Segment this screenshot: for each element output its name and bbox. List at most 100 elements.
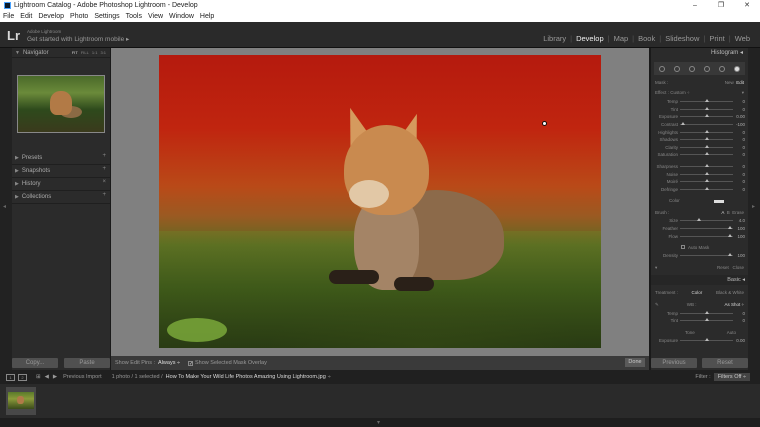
slider-value[interactable]: 0.00	[733, 114, 745, 119]
expand-right-icon[interactable]: ▸	[752, 203, 755, 210]
slider-value[interactable]: 100	[733, 226, 745, 231]
module-slideshow[interactable]: Slideshow	[665, 34, 699, 43]
menu-edit[interactable]: Edit	[20, 13, 32, 20]
slider-track[interactable]	[680, 310, 733, 314]
collections-header[interactable]: ▶ Collections +	[12, 191, 110, 204]
slider-knob[interactable]	[704, 310, 709, 314]
effect-select[interactable]: Custom ÷	[670, 90, 689, 95]
slider-value[interactable]: 0	[733, 152, 745, 157]
filmstrip-thumbnail[interactable]	[6, 387, 36, 415]
module-library[interactable]: Library	[543, 34, 566, 43]
module-print[interactable]: Print	[709, 34, 724, 43]
slider-value[interactable]: 0	[733, 318, 745, 323]
left-panel-collapse-edge[interactable]: ◂	[0, 48, 12, 370]
previous-button[interactable]: Previous	[651, 358, 697, 368]
spot-removal-icon[interactable]	[673, 65, 680, 72]
paste-settings-button[interactable]: Paste	[64, 358, 110, 368]
clear-history-icon[interactable]: ×	[102, 179, 106, 185]
slider-knob[interactable]	[704, 144, 709, 148]
panel-toggle-icon[interactable]: ▾	[655, 265, 657, 271]
slider-value[interactable]: 0	[733, 137, 745, 142]
collapse-triangle-icon[interactable]: ▼	[15, 50, 20, 56]
slider-knob[interactable]	[680, 122, 685, 126]
slider-track[interactable]	[680, 114, 733, 118]
close-button[interactable]: ✕	[734, 0, 760, 11]
menu-window[interactable]: Window	[169, 13, 194, 20]
slider-knob[interactable]	[704, 186, 709, 190]
basic-header[interactable]: Basic ◂	[651, 274, 748, 285]
slider-track[interactable]	[680, 144, 733, 148]
wb-picker-icon[interactable]: ✎	[655, 302, 659, 308]
zoom-fill[interactable]: FILL	[81, 50, 89, 55]
image-canvas[interactable]	[111, 48, 649, 356]
slider-track[interactable]	[680, 171, 733, 175]
done-button[interactable]: Done	[625, 358, 645, 367]
close-local-button[interactable]: Close	[732, 265, 744, 270]
snapshots-header[interactable]: ▶ Snapshots +	[12, 165, 110, 178]
mask-new-button[interactable]: New	[725, 80, 734, 85]
brush-b-button[interactable]: B	[727, 210, 730, 215]
show-edit-pins-select[interactable]: Always ÷	[158, 360, 180, 366]
slider-value[interactable]: 0.00	[733, 338, 745, 343]
crop-tool-icon[interactable]	[658, 65, 665, 72]
slider-track[interactable]	[680, 318, 733, 322]
graduated-filter-icon[interactable]	[704, 65, 711, 72]
slider-value[interactable]: 0	[733, 145, 745, 150]
presets-header[interactable]: ▶ Presets +	[12, 152, 110, 165]
histogram-header[interactable]: Histogram ◂	[651, 48, 748, 59]
slider-track[interactable]	[680, 106, 733, 110]
radial-filter-icon[interactable]	[719, 65, 726, 72]
treatment-color-button[interactable]: Color	[692, 290, 703, 295]
mobile-prompt-link[interactable]: Get started with Lightroom mobile ▸	[27, 35, 129, 43]
slider-knob[interactable]	[704, 152, 709, 156]
slider-value[interactable]: 100	[733, 253, 745, 258]
slider-track[interactable]	[680, 253, 733, 257]
effect-toggle-icon[interactable]: ▾	[742, 90, 744, 96]
menu-photo[interactable]: Photo	[70, 13, 88, 20]
slider-track[interactable]	[680, 129, 733, 133]
grid-view-icon[interactable]: ⊞	[36, 374, 41, 380]
minimize-button[interactable]: –	[682, 0, 708, 11]
add-snapshot-icon[interactable]: +	[102, 166, 106, 172]
menu-file[interactable]: File	[3, 13, 14, 20]
menu-develop[interactable]: Develop	[38, 13, 64, 20]
wb-select[interactable]: As Shot ÷	[725, 302, 744, 308]
slider-value[interactable]: 0	[733, 130, 745, 135]
navigator-header[interactable]: ▼ Navigator FIT FILL 1:1 3:1	[12, 48, 110, 58]
filmstrip-page-2[interactable]: 2	[18, 373, 27, 381]
slider-value[interactable]: 4.0	[733, 218, 745, 223]
treatment-bw-button[interactable]: Black & White	[716, 290, 744, 295]
slider-track[interactable]	[680, 233, 733, 237]
slider-track[interactable]	[680, 226, 733, 230]
module-map[interactable]: Map	[614, 34, 629, 43]
red-eye-icon[interactable]	[688, 65, 695, 72]
slider-track[interactable]	[680, 186, 733, 190]
slider-track[interactable]	[680, 179, 733, 183]
slider-knob[interactable]	[696, 218, 701, 222]
adjustment-brush-icon[interactable]	[734, 65, 741, 72]
main-photo[interactable]	[159, 55, 601, 348]
slider-value[interactable]: 0	[733, 187, 745, 192]
slider-track[interactable]	[680, 152, 733, 156]
expand-left-icon[interactable]: ◂	[3, 203, 6, 210]
module-book[interactable]: Book	[638, 34, 655, 43]
slider-value[interactable]: 0	[733, 164, 745, 169]
bottom-panel-edge[interactable]: ▾	[0, 418, 760, 427]
slider-track[interactable]	[680, 218, 733, 222]
forward-arrow-icon[interactable]: ▶	[53, 374, 57, 380]
slider-knob[interactable]	[704, 106, 709, 110]
menu-view[interactable]: View	[148, 13, 163, 20]
zoom-fit[interactable]: FIT	[72, 50, 78, 55]
slider-knob[interactable]	[704, 114, 709, 118]
slider-track[interactable]	[680, 122, 733, 126]
copy-settings-button[interactable]: Copy...	[12, 358, 58, 368]
slider-value[interactable]: 0	[733, 311, 745, 316]
slider-knob[interactable]	[704, 337, 709, 341]
slider-value[interactable]: 0	[733, 99, 745, 104]
expand-triangle-icon[interactable]: ▶	[15, 181, 19, 187]
navigator-preview[interactable]	[17, 75, 105, 133]
brush-erase-button[interactable]: Erase	[732, 210, 744, 215]
auto-mask-checkbox[interactable]	[681, 244, 685, 249]
mask-edit-button[interactable]: Edit	[736, 80, 744, 85]
show-overlay-checkbox[interactable]: ✓	[188, 360, 193, 366]
